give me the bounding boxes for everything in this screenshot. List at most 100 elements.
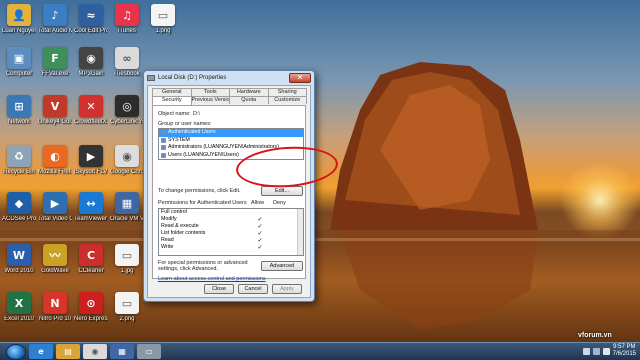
desktop-icon-label: CCleaner [78, 268, 104, 274]
desktop-icon-excel[interactable]: X Excel 2010 [2, 292, 36, 323]
tab-security[interactable]: Security [152, 96, 192, 105]
desktop-icon-audio-converter[interactable]: ♪ Total Audio MP3 Conver... [38, 4, 72, 35]
desktop-icon-flv-converter[interactable]: ▶ iSkysoft FLV Converter [74, 145, 108, 176]
desktop-icon-png-file[interactable]: ▭ 2.png [110, 292, 144, 323]
desktop-icon-computer[interactable]: ▣ Computer [2, 47, 36, 78]
permission-allow-check: ✓ [257, 237, 263, 244]
permissions-scrollbar[interactable] [297, 209, 303, 255]
desktop-icon-label: Oracle VM VirtualBox [110, 216, 144, 222]
permissions-rows: Full control Modify ✓ Read & execute ✓ List f… [159, 209, 303, 251]
tab-previous-versions[interactable]: Previous Versions [190, 96, 230, 104]
permission-name: Modify [161, 216, 177, 222]
desktop-icon-crowdfleet[interactable]: ✕ CrowdfleetX... [74, 95, 108, 126]
network-tray-icon[interactable] [592, 347, 600, 355]
ie-icon[interactable]: e [29, 344, 53, 359]
group-item-system[interactable]: SYSTEM [159, 137, 303, 145]
explorer-icon[interactable]: ▤ [56, 344, 80, 359]
tab-customize[interactable]: Customize [267, 96, 307, 104]
tab-sharing[interactable]: Sharing [267, 88, 307, 96]
group-item-authenticated-users[interactable]: Authenticated Users [159, 129, 303, 137]
learn-permissions-link[interactable]: Learn about access control and permissio… [158, 276, 266, 282]
desktop-icon-user-folder[interactable]: 👤 Luan Nguyen [2, 4, 36, 35]
flag-icon[interactable] [582, 347, 590, 355]
desktop-icon-ccleaner[interactable]: C CCleaner [74, 244, 108, 275]
desktop-icon-label: MP3Gain [78, 71, 104, 77]
permission-name: Read & execute [161, 223, 199, 229]
permission-deny-check [271, 223, 293, 230]
close-button[interactable]: Close [204, 284, 234, 294]
desktop-icon-label: iTiesbook [114, 71, 140, 77]
edit-button[interactable]: Edit... [261, 186, 303, 196]
dialog-title: Local Disk (D:) Properties [158, 74, 227, 81]
change-permissions-text: To change permissions, click Edit. [158, 188, 241, 194]
tab-general[interactable]: General [152, 88, 192, 96]
volume-icon[interactable] [602, 347, 610, 355]
desktop-icon-goldwave[interactable]: 〰 GoldWave [38, 244, 72, 275]
tab-row-2: Security Previous Versions Quota Customi… [152, 96, 307, 105]
crowdfleet-icon: ✕ [79, 95, 103, 117]
virtualbox-taskbar-icon[interactable]: ▦ [110, 344, 134, 359]
desktop-icon-network[interactable]: ⊞ Network [2, 95, 36, 126]
apply-button[interactable]: Apply [272, 284, 302, 294]
itunes-icon: ♫ [115, 4, 139, 26]
permission-deny-check [271, 244, 293, 251]
desktop-icon-video-converter[interactable]: ▶ Total Video Converter [38, 192, 72, 223]
youcam-icon: ◎ [115, 95, 139, 117]
tab-quota[interactable]: Quota [229, 96, 269, 104]
desktop-icon-label: Nitro Pro 10 [38, 316, 71, 322]
clock[interactable]: 9:57 PM 7/6/2015 [613, 344, 636, 358]
video-converter-icon: ▶ [43, 192, 67, 214]
mp3gain-icon: ◉ [79, 47, 103, 69]
desktop-icon-virtualbox[interactable]: ▦ Oracle VM VirtualBox [110, 192, 144, 223]
audio-converter-icon: ♪ [43, 4, 67, 26]
desktop-icon-teamviewer[interactable]: ↔ TeamViewer 10 [74, 192, 108, 223]
nitro-pro-icon: N [43, 292, 67, 314]
desktop-icon-firefox[interactable]: ◐ Mozilla Firefox [38, 145, 72, 176]
png-file-icon: ▭ [151, 4, 175, 26]
desktop-icon-label: Word 2010 [4, 268, 34, 274]
special-permissions-text: For special permissions or advanced sett… [158, 260, 248, 272]
teamviewer-icon: ↔ [79, 192, 103, 214]
network-icon: ⊞ [7, 95, 31, 117]
exe-icon: F [43, 47, 67, 69]
desktop-icon-itiesbook[interactable]: ∞ iTiesbook [110, 47, 144, 78]
desktop-icon-youcam[interactable]: ◎ CyberLink YouCam [110, 95, 144, 126]
desktop-icon-label: ACDSee Pro 5 [2, 216, 36, 222]
chrome-taskbar-icon[interactable]: ◉ [83, 344, 107, 359]
start-button[interactable] [6, 343, 26, 360]
unikey-icon: V [43, 95, 67, 117]
desktop-icon-label: 1.jpg [120, 268, 134, 274]
desktop-icon-itunes[interactable]: ♫ iTunes [110, 4, 144, 35]
desktop-icon-nitro-pro[interactable]: N Nitro Pro 10 [38, 292, 72, 323]
desktop-icon-label: CrowdfleetX... [74, 119, 108, 125]
drive-icon [147, 74, 155, 81]
cancel-button[interactable]: Cancel [238, 284, 268, 294]
desktop-icon-jpg-file[interactable]: ▭ 1.jpg [110, 244, 144, 275]
tab-tools[interactable]: Tools [190, 88, 230, 96]
permission-name: Write [161, 244, 174, 250]
tab-hardware[interactable]: Hardware [229, 88, 269, 96]
desktop-icon-mp3gain[interactable]: ◉ MP3Gain [74, 47, 108, 78]
desktop-icon-chrome[interactable]: ◉ Google Chrome [110, 145, 144, 176]
permission-allow-check: ✓ [257, 223, 263, 230]
drive-properties-taskbar-icon[interactable]: ▭ [137, 344, 161, 359]
desktop-icon-nero-express[interactable]: ⊙ Nero Express [74, 292, 108, 323]
desktop-icon-acdsee[interactable]: ◆ ACDSee Pro 5 [2, 192, 36, 223]
allow-header: Allow [251, 200, 265, 206]
close-icon[interactable]: ✕ [289, 72, 311, 83]
object-name-value: D:\ [193, 111, 201, 117]
permission-name: Full control [161, 209, 187, 215]
desktop-icon-word[interactable]: W Word 2010 [2, 244, 36, 275]
advanced-button[interactable]: Advanced [261, 261, 303, 271]
permission-allow-check: ✓ [257, 244, 263, 251]
firefox-icon: ◐ [43, 145, 67, 167]
desktop-icon-png-file[interactable]: ▭ 1.png [146, 4, 180, 35]
desktop-icon-unikey[interactable]: V Unikey4 Gui.exe [38, 95, 72, 126]
dialog-titlebar[interactable]: Local Disk (D:) Properties ✕ [144, 71, 314, 84]
user-folder-icon: 👤 [7, 4, 31, 26]
desktop-icon-cool-edit[interactable]: ≈ Cool Edit Pro 2.1 [74, 4, 108, 35]
users-icon [161, 152, 166, 158]
desktop-icon-recycle-bin[interactable]: ♻ Recycle Bin [2, 145, 36, 176]
nero-express-icon: ⊙ [79, 292, 103, 314]
desktop-icon-exe[interactable]: F FFVal.exe [38, 47, 72, 78]
